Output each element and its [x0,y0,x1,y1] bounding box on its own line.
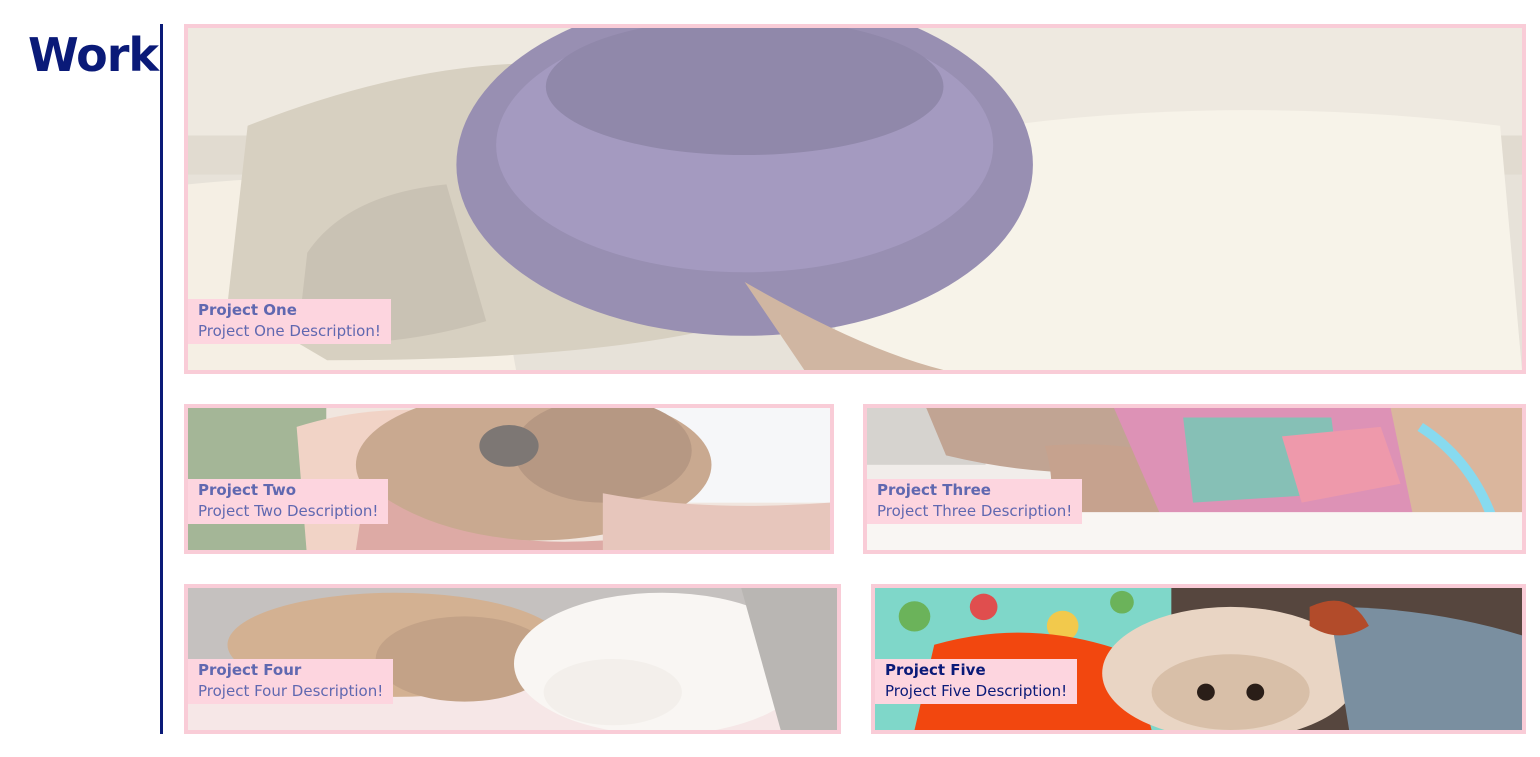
project-description: Project Three Description! [877,502,1073,520]
project-card-four[interactable]: Project Four Project Four Description! [184,584,841,734]
project-card-five[interactable]: Project Five Project Five Description! [871,584,1526,734]
work-page: Work Project One Project One Description… [0,0,1540,757]
project-caption: Project Five Project Five Description! [875,659,1078,704]
project-caption: Project Three Project Three Description! [867,479,1083,524]
section-title: Work [28,28,159,82]
project-card-three[interactable]: Project Three Project Three Description! [863,404,1526,554]
project-description: Project One Description! [198,322,381,340]
project-description: Project Five Description! [885,682,1068,700]
project-description: Project Two Description! [198,502,379,520]
project-description: Project Four Description! [198,682,384,700]
project-card-one[interactable]: Project One Project One Description! [184,24,1526,374]
project-title: Project Five [885,661,986,679]
project-caption: Project Two Project Two Description! [188,479,389,524]
project-title: Project Four [198,661,302,679]
project-caption: Project Four Project Four Description! [188,659,394,704]
project-caption: Project One Project One Description! [188,299,391,344]
project-card-two[interactable]: Project Two Project Two Description! [184,404,834,554]
project-title: Project Three [877,481,991,499]
section-divider [160,24,163,734]
project-title: Project Two [198,481,297,499]
project-title: Project One [198,301,297,319]
